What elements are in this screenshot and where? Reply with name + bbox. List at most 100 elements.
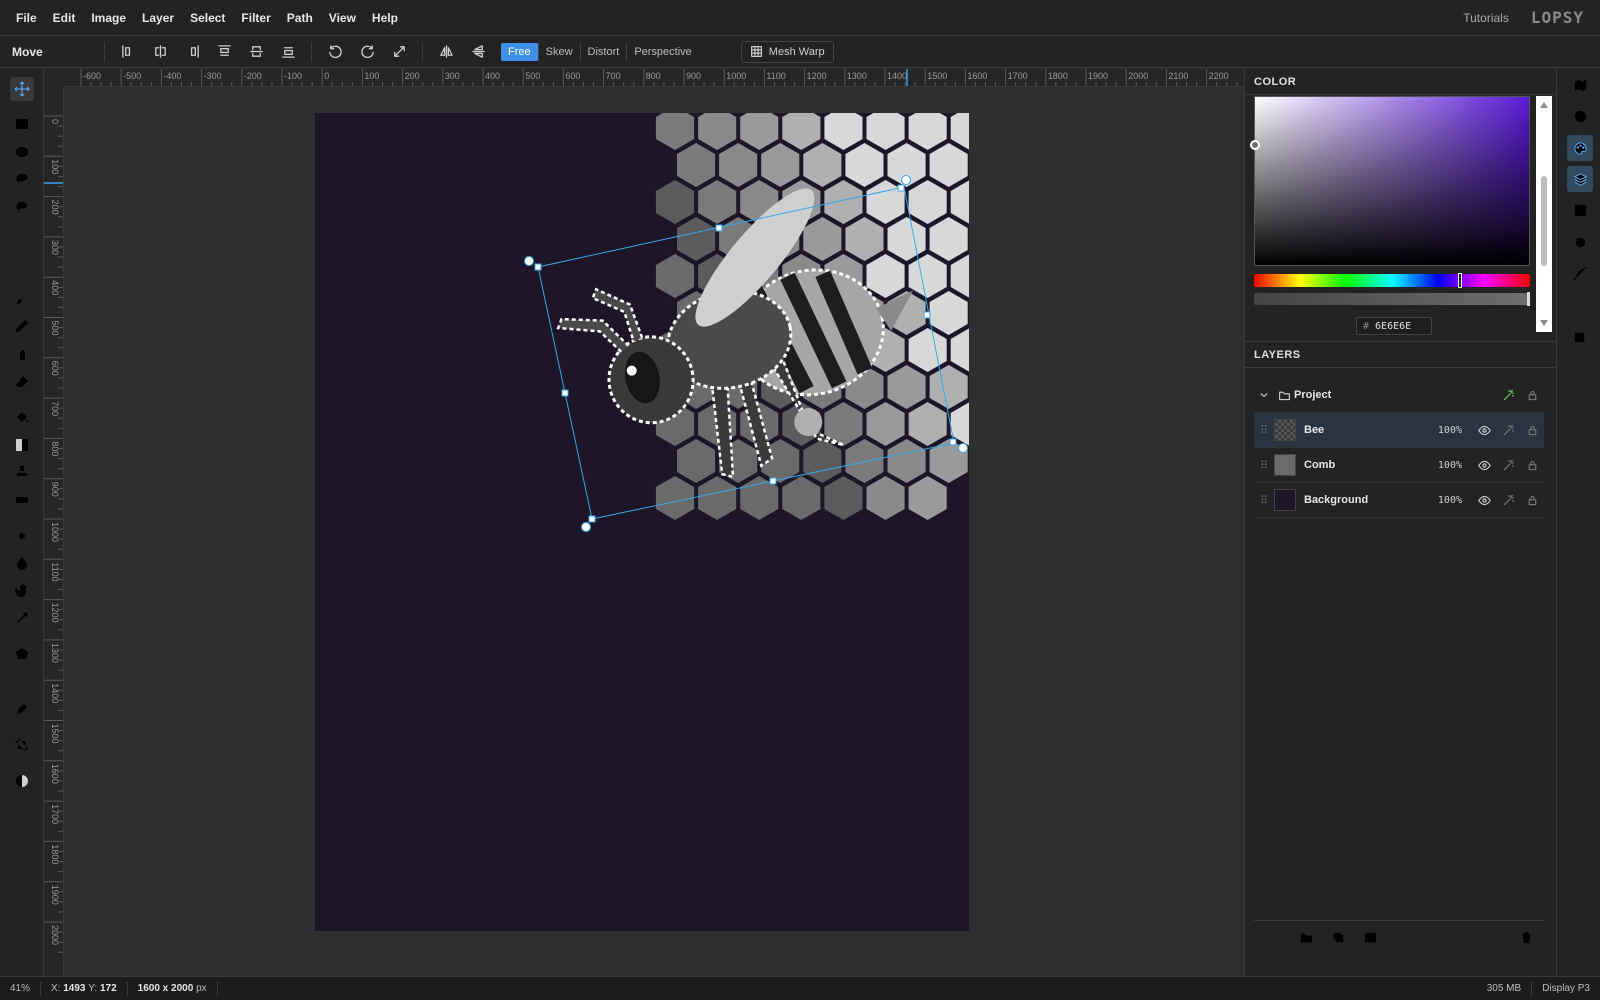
lock-icon[interactable]: [1520, 385, 1544, 405]
align-bottom-icon[interactable]: [275, 41, 301, 63]
drag-handle-icon[interactable]: ⠿: [1254, 424, 1274, 437]
pen-icon[interactable]: [10, 697, 34, 721]
stamp-icon[interactable]: [10, 460, 34, 484]
spray-icon[interactable]: [10, 342, 34, 366]
patch-icon[interactable]: [10, 488, 34, 512]
layer-row-bee[interactable]: ⠿ Bee 100%: [1254, 413, 1544, 448]
brush-icon[interactable]: [10, 286, 34, 310]
dodge-icon[interactable]: [10, 524, 34, 548]
palette-icon[interactable]: [1567, 135, 1593, 161]
hue-slider[interactable]: [1254, 273, 1530, 288]
alpha-slider[interactable]: [1254, 292, 1530, 306]
handle-left[interactable]: [561, 389, 569, 397]
lock-icon[interactable]: [1520, 420, 1544, 440]
align-hcenter-icon[interactable]: [147, 41, 173, 63]
menu-view[interactable]: View: [321, 11, 364, 25]
mesh-warp-button[interactable]: Mesh Warp: [740, 40, 834, 63]
handle-top-right[interactable]: [897, 184, 905, 192]
layer-opacity[interactable]: 100%: [1438, 495, 1462, 506]
hex-value[interactable]: 6E6E6E: [1375, 321, 1411, 332]
zoom-level[interactable]: 41%: [0, 981, 42, 996]
saturation-value-picker[interactable]: [1250, 96, 1530, 266]
eraser-icon[interactable]: [10, 369, 34, 393]
color-profile[interactable]: Display P3: [1532, 982, 1600, 996]
layers-icon[interactable]: [1567, 166, 1593, 192]
map-icon[interactable]: [1567, 72, 1593, 98]
delete-layer-icon[interactable]: [1514, 926, 1538, 950]
ellipse-select-icon[interactable]: [10, 140, 34, 164]
menu-layer[interactable]: Layer: [134, 11, 182, 25]
rotate-cw-icon[interactable]: [354, 41, 380, 63]
rotate-handle-bottom-right[interactable]: [958, 443, 968, 453]
mode-free[interactable]: Free: [501, 42, 539, 61]
eye-icon[interactable]: [1472, 490, 1496, 510]
menu-edit[interactable]: Edit: [45, 11, 84, 25]
menu-select[interactable]: Select: [182, 11, 233, 25]
eyedropper-icon[interactable]: [10, 606, 34, 630]
image-add-icon[interactable]: [1567, 323, 1593, 349]
menu-image[interactable]: Image: [83, 11, 134, 25]
scroll-up-arrow[interactable]: [1540, 102, 1548, 108]
menu-file[interactable]: File: [8, 11, 45, 25]
scroll-down-arrow[interactable]: [1540, 320, 1548, 326]
scroll-thumb[interactable]: [1541, 176, 1547, 266]
info-icon[interactable]: [1567, 103, 1593, 129]
add-group-icon[interactable]: [1294, 926, 1318, 950]
handle-bottom[interactable]: [769, 477, 777, 485]
horizontal-ruler[interactable]: -600 -500 -400 -300 -200 -100 0 100 200 300 400 500…: [64, 69, 1244, 87]
drag-handle-icon[interactable]: ⠿: [1254, 494, 1274, 507]
text-icon[interactable]: [10, 670, 34, 694]
handle-bottom-right[interactable]: [949, 438, 957, 446]
rotate-handle-top-left[interactable]: [524, 256, 534, 266]
vertical-ruler[interactable]: 0 100 200 300 400 500 600 700 800 900 1000 1100 1200…: [44, 87, 64, 976]
crop-icon[interactable]: [10, 733, 34, 757]
type-icon[interactable]: [1567, 291, 1593, 317]
mask-icon[interactable]: [1358, 926, 1382, 950]
hex-input[interactable]: # 6E6E6E: [1356, 317, 1432, 335]
mode-distort[interactable]: Distort: [581, 42, 628, 61]
transform-overlay[interactable]: [64, 87, 1244, 976]
mode-skew[interactable]: Skew: [539, 42, 581, 61]
menu-filter[interactable]: Filter: [233, 11, 278, 25]
layer-opacity[interactable]: 100%: [1438, 460, 1462, 471]
blur-icon[interactable]: [10, 551, 34, 575]
eye-icon[interactable]: [1472, 455, 1496, 475]
hue-handle[interactable]: [1458, 273, 1462, 288]
layer-name[interactable]: Bee: [1304, 424, 1438, 436]
layer-opacity[interactable]: 100%: [1438, 425, 1462, 436]
rotate-handle-bottom-left[interactable]: [581, 522, 591, 532]
handle-bottom-left[interactable]: [588, 515, 596, 523]
gradient-icon[interactable]: [10, 433, 34, 457]
rotate-ccw-icon[interactable]: [322, 41, 348, 63]
curve-icon[interactable]: [1567, 260, 1593, 286]
duplicate-layer-icon[interactable]: [1326, 926, 1350, 950]
layer-name[interactable]: Background: [1304, 494, 1438, 506]
scale-icon[interactable]: [386, 41, 412, 63]
layer-group-project[interactable]: Project: [1254, 378, 1544, 413]
effects-icon[interactable]: [1496, 490, 1520, 510]
shape-icon[interactable]: [10, 642, 34, 666]
quick-select-icon[interactable]: [10, 250, 34, 274]
tutorials-link[interactable]: Tutorials: [1463, 11, 1509, 25]
add-layer-icon[interactable]: [1262, 926, 1286, 950]
layer-row-comb[interactable]: ⠿ Comb 100%: [1254, 448, 1544, 483]
chevron-down-icon[interactable]: [1254, 389, 1274, 401]
lasso-icon[interactable]: [10, 167, 34, 191]
magnetic-lasso-icon[interactable]: [10, 195, 34, 219]
color-panel-scrollbar[interactable]: [1536, 96, 1552, 332]
menu-path[interactable]: Path: [279, 11, 321, 25]
columns-icon[interactable]: [1567, 197, 1593, 223]
move-icon[interactable]: [10, 77, 34, 101]
magic-wand-icon[interactable]: [10, 223, 34, 247]
rotate-handle-top-right[interactable]: [901, 175, 911, 185]
pencil-icon[interactable]: [10, 314, 34, 338]
layer-row-background[interactable]: ⠿ Background 100%: [1254, 483, 1544, 518]
align-right-icon[interactable]: [179, 41, 205, 63]
handle-top-left[interactable]: [534, 263, 542, 271]
effects-icon[interactable]: [1496, 420, 1520, 440]
rect-select-icon[interactable]: [10, 112, 34, 136]
mode-perspective[interactable]: Perspective: [627, 43, 698, 61]
drag-handle-icon[interactable]: ⠿: [1254, 459, 1274, 472]
effects-icon[interactable]: [1496, 385, 1520, 405]
history-icon[interactable]: [1567, 229, 1593, 255]
